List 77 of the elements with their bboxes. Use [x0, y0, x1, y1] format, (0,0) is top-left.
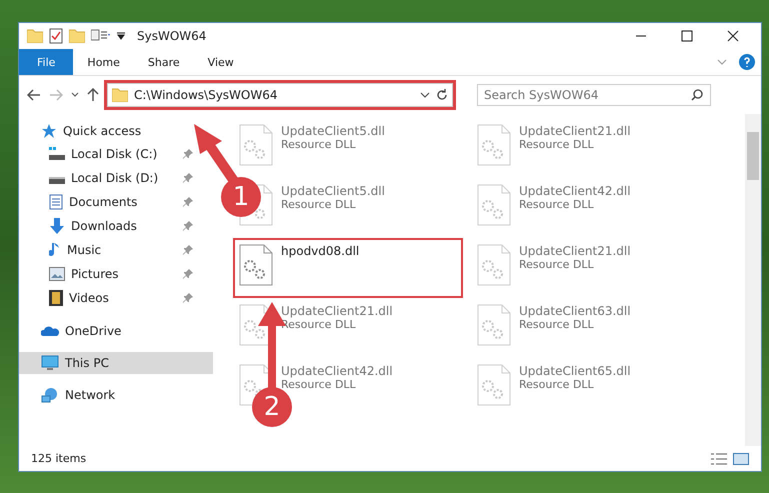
back-arrow-icon[interactable]: [27, 89, 41, 101]
chevron-down-icon[interactable]: [420, 92, 430, 98]
new-folder-icon: [69, 29, 85, 43]
file-name[interactable]: UpdateClient21.dll: [519, 124, 631, 138]
nav-item[interactable]: Local Disk (D:): [19, 166, 195, 190]
nav-item[interactable]: Music: [19, 238, 195, 262]
gear-document-icon: [239, 124, 273, 166]
nav-item[interactable]: Videos: [19, 286, 195, 310]
monitor-icon: [41, 355, 59, 371]
details-view-icon[interactable]: [711, 452, 727, 464]
file-type: Resource DLL: [281, 138, 357, 151]
picture-icon: [49, 267, 65, 281]
scrollbar[interactable]: [745, 114, 761, 446]
search-field[interactable]: Search SysWOW64: [477, 84, 711, 106]
nav-item[interactable]: Pictures: [19, 262, 195, 286]
pin-icon: [183, 245, 193, 255]
gear-document-icon: [477, 184, 511, 226]
file-menu-button[interactable]: File: [19, 49, 74, 75]
pin-icon: [183, 269, 193, 279]
address-bar[interactable]: C:\Windows\SysWOW64: [107, 83, 453, 107]
up-arrow-icon[interactable]: [87, 88, 99, 102]
nav-item[interactable]: This PC: [19, 352, 213, 374]
file-name[interactable]: UpdateClient5.dll: [281, 124, 385, 138]
gear-document-icon: [477, 244, 511, 286]
pin-icon: [183, 173, 193, 183]
nav-item[interactable]: OneDrive: [19, 320, 213, 342]
help-icon[interactable]: [739, 54, 755, 70]
checklist-icon: [49, 28, 63, 44]
ribbon-tab[interactable]: Share: [134, 49, 194, 75]
file-name[interactable]: UpdateClient5.dll: [281, 184, 385, 198]
file-name[interactable]: UpdateClient21.dll: [281, 304, 393, 318]
ribbon-tab[interactable]: View: [194, 49, 248, 75]
pin-icon: [183, 197, 193, 207]
file-name[interactable]: UpdateClient42.dll: [519, 184, 631, 198]
nav-item[interactable]: Documents: [19, 190, 195, 214]
film-icon: [49, 290, 63, 306]
gear-document-icon: [477, 124, 511, 166]
file-type: Resource DLL: [519, 378, 595, 391]
properties-icon: [91, 29, 111, 43]
folder-icon: [27, 29, 43, 43]
gear-document-icon: [239, 244, 273, 286]
document-icon: [49, 194, 63, 210]
pin-icon: [183, 221, 193, 231]
down-arrow-icon: [49, 218, 65, 234]
highlighted-file-item[interactable]: hpodvd08.dll: [235, 240, 461, 296]
nav-item[interactable]: Local Disk (C:): [19, 142, 195, 166]
scrollbar-thumb[interactable]: [747, 132, 759, 180]
file-type: Resource DLL: [281, 198, 357, 211]
dropdown-arrow-icon[interactable]: [117, 32, 125, 40]
refresh-icon[interactable]: [436, 89, 448, 101]
network-icon: [41, 387, 59, 403]
file-name[interactable]: UpdateClient21.dll: [519, 244, 631, 258]
window-title: SysWOW64: [137, 29, 208, 43]
drive-icon: [49, 147, 65, 161]
file-type: Resource DLL: [519, 138, 595, 151]
star-icon: [41, 123, 57, 139]
file-name[interactable]: UpdateClient63.dll: [519, 304, 631, 318]
folder-icon: [112, 88, 128, 102]
gear-document-icon: [477, 364, 511, 406]
file-type: Resource DLL: [519, 198, 595, 211]
pin-icon: [183, 149, 193, 159]
gear-document-icon: [477, 304, 511, 346]
chevron-down-icon[interactable]: [71, 92, 79, 98]
music-note-icon: [49, 242, 61, 258]
file-type: Resource DLL: [519, 258, 595, 271]
nav-item[interactable]: Quick access: [19, 120, 213, 142]
cloud-icon: [41, 325, 59, 337]
large-icons-view-icon[interactable]: [733, 452, 749, 464]
item-count: 125 items: [31, 452, 88, 465]
file-name: hpodvd08.dll: [281, 244, 360, 258]
nav-item[interactable]: Network: [19, 384, 213, 406]
pin-icon: [183, 293, 193, 303]
file-type: Resource DLL: [519, 318, 595, 331]
nav-item[interactable]: Downloads: [19, 214, 195, 238]
file-name[interactable]: UpdateClient65.dll: [519, 364, 631, 378]
ribbon-tab[interactable]: Home: [73, 49, 134, 75]
file-name[interactable]: UpdateClient42.dll: [281, 364, 393, 378]
